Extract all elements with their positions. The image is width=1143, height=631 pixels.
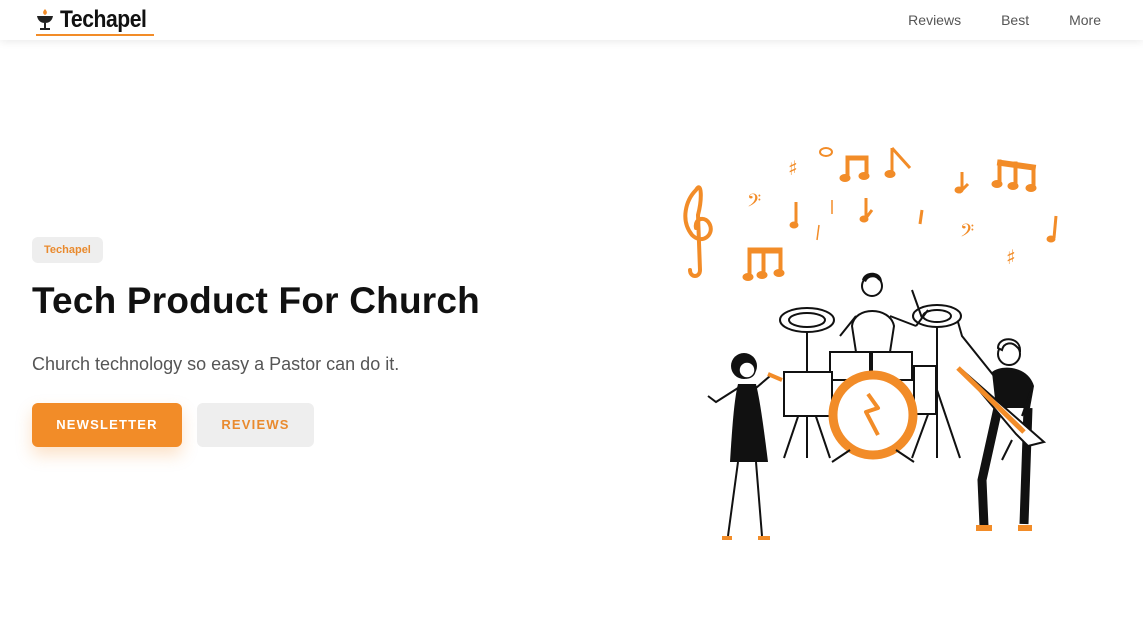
nav-link-reviews[interactable]: Reviews <box>908 12 961 28</box>
svg-text:♯: ♯ <box>1006 245 1016 269</box>
hero-title: Tech Product For Church <box>32 280 480 321</box>
nav-link-best[interactable]: Best <box>1001 12 1029 28</box>
band-playing-music-illustration: ♯ ♯ 𝄢 𝄢 <box>683 146 1058 540</box>
svg-text:𝄢: 𝄢 <box>747 191 761 216</box>
reviews-button[interactable]: REVIEWS <box>197 402 314 447</box>
logo-link[interactable]: Techapel <box>34 6 158 36</box>
svg-text:𝄢: 𝄢 <box>960 221 974 246</box>
hero-section: Techapel Tech Product For Church Church … <box>32 237 592 447</box>
hero-subtitle: Church technology so easy a Pastor can d… <box>32 353 400 374</box>
brand-underline <box>36 34 155 36</box>
hero-buttons: NEWSLETTER REVIEWS <box>32 402 592 447</box>
nav-link-more[interactable]: More <box>1069 12 1101 28</box>
svg-text:♯: ♯ <box>788 156 798 180</box>
singer-figure-icon <box>707 353 783 540</box>
brand-name: Techapel <box>60 6 147 33</box>
hero-badge: Techapel <box>32 237 103 263</box>
guitarist-figure-icon <box>956 321 1047 531</box>
top-navbar: Techapel Reviews Best More <box>0 0 1143 40</box>
music-notes-icon: ♯ ♯ 𝄢 𝄢 <box>683 146 1058 281</box>
chalice-flame-icon <box>37 9 53 30</box>
newsletter-button[interactable]: NEWSLETTER <box>32 402 182 447</box>
nav-links: Reviews Best More <box>908 12 1101 28</box>
